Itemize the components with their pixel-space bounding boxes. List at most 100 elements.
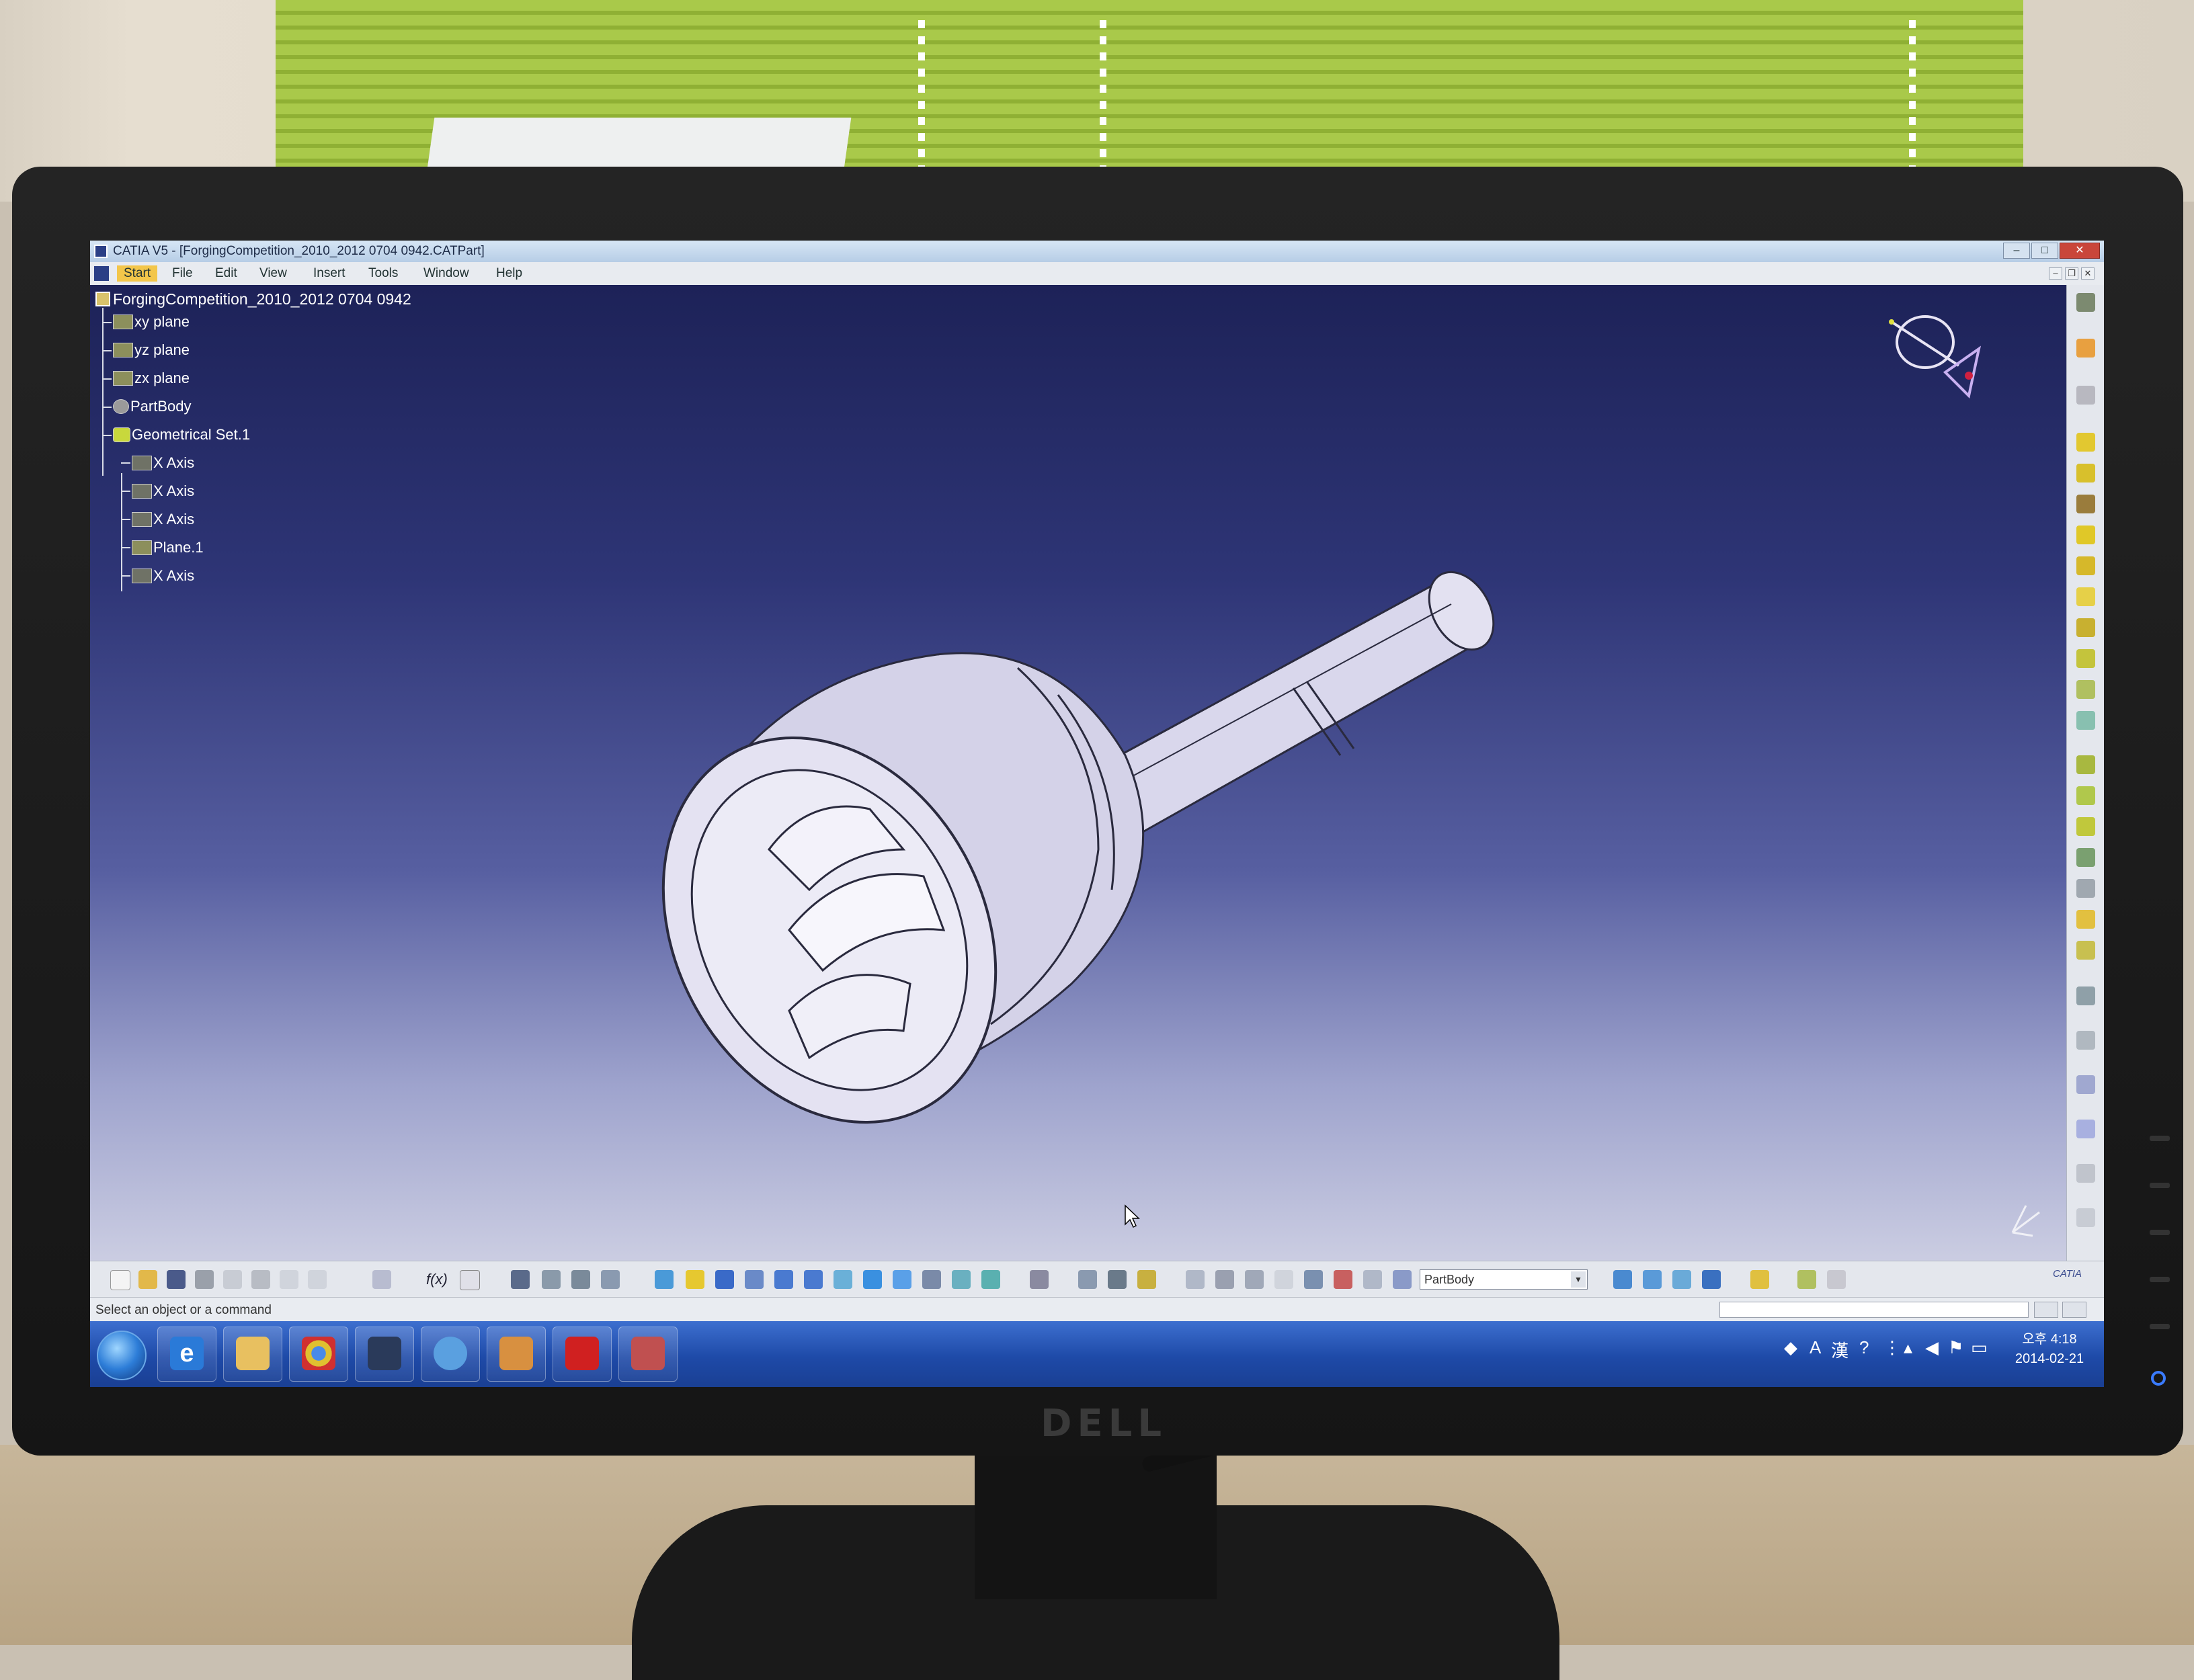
document-icon[interactable] — [94, 266, 109, 281]
ime-mode[interactable]: A — [1810, 1337, 1821, 1358]
print-icon[interactable] — [195, 1270, 214, 1289]
formula-icon[interactable]: f(x) — [426, 1271, 448, 1288]
shading-icon[interactable] — [922, 1270, 941, 1289]
menu-window[interactable]: Window — [423, 266, 469, 281]
tree-item-x-axis[interactable]: X Axis — [132, 482, 194, 500]
tree-item-xy-plane[interactable]: xy plane — [113, 313, 190, 331]
axis-system-icon[interactable] — [1245, 1270, 1264, 1289]
menu-edit[interactable]: Edit — [215, 266, 237, 281]
transformation-icon[interactable] — [2076, 1031, 2095, 1050]
window-titlebar[interactable]: CATIA V5 - [ForgingCompetition_2010_2012… — [90, 241, 2104, 262]
split-icon[interactable] — [2076, 986, 2095, 1005]
measure-item-icon[interactable] — [1108, 1270, 1127, 1289]
analysis-icon[interactable] — [1215, 1270, 1234, 1289]
monitor-button[interactable] — [2150, 1183, 2170, 1188]
taskbar-app[interactable] — [421, 1327, 480, 1382]
chamfer-icon[interactable] — [2076, 786, 2095, 805]
open-folder-icon[interactable] — [138, 1270, 157, 1289]
tree-item-yz-plane[interactable]: yz plane — [113, 341, 190, 359]
menu-tools[interactable]: Tools — [368, 266, 398, 281]
list-icon[interactable] — [1363, 1270, 1382, 1289]
monitor-button[interactable] — [2150, 1277, 2170, 1282]
menu-file[interactable]: File — [172, 266, 193, 281]
tree-item-plane-1[interactable]: Plane.1 — [132, 539, 204, 556]
mirror-icon[interactable] — [2076, 1075, 2095, 1094]
loft-icon[interactable] — [2076, 680, 2095, 699]
command-input[interactable] — [1719, 1302, 2029, 1318]
taskbar-app[interactable] — [289, 1327, 348, 1382]
status-button[interactable] — [2034, 1302, 2058, 1318]
groove-icon[interactable] — [2076, 526, 2095, 544]
stiffener-icon[interactable] — [2076, 649, 2095, 668]
measure-inertia-icon[interactable] — [1137, 1270, 1156, 1289]
catalog-icon[interactable] — [571, 1270, 590, 1289]
3d-part-model[interactable] — [587, 473, 1609, 1185]
taskbar-app[interactable] — [618, 1327, 678, 1382]
redo-icon[interactable] — [308, 1270, 327, 1289]
fillet-icon[interactable] — [2076, 755, 2095, 774]
iso-view-icon[interactable] — [863, 1270, 882, 1289]
tree-item-geometrical-set[interactable]: Geometrical Set.1 — [113, 426, 250, 444]
normal-view-icon[interactable] — [834, 1270, 852, 1289]
pocket-icon[interactable] — [2076, 464, 2095, 482]
monitor-button[interactable] — [2150, 1230, 2170, 1235]
table-icon[interactable] — [511, 1270, 530, 1289]
scaling-icon[interactable] — [2076, 1164, 2095, 1183]
sketch-icon[interactable] — [2076, 386, 2095, 405]
sketch-analysis-icon[interactable] — [1613, 1270, 1632, 1289]
shell-icon[interactable] — [2076, 848, 2095, 867]
compass-icon[interactable] — [1878, 305, 1992, 406]
hide-show-icon[interactable] — [952, 1270, 971, 1289]
maximize-button[interactable]: □ — [2031, 243, 2058, 259]
pattern-icon[interactable] — [2076, 1120, 2095, 1138]
chevron-down-icon[interactable]: ▼ — [1571, 1271, 1586, 1288]
save-icon[interactable] — [167, 1270, 186, 1289]
menu-help[interactable]: Help — [496, 266, 522, 281]
action-center-flag-icon[interactable]: ⚑ — [1948, 1337, 1963, 1358]
pan-icon[interactable] — [715, 1270, 734, 1289]
tree-item-x-axis[interactable]: X Axis — [132, 567, 194, 585]
taskbar-app[interactable] — [355, 1327, 414, 1382]
knowledge-icon[interactable] — [542, 1270, 561, 1289]
view-mode-icon[interactable] — [893, 1270, 911, 1289]
hole-icon[interactable] — [2076, 556, 2095, 575]
close-button[interactable]: ✕ — [2060, 243, 2100, 259]
draft-icon[interactable] — [2076, 817, 2095, 836]
rib-icon[interactable] — [2076, 587, 2095, 606]
display-icon[interactable]: ▭ — [1971, 1337, 1988, 1358]
network-icon[interactable]: ⋮ — [1883, 1337, 1901, 1358]
monitor-button[interactable] — [2150, 1324, 2170, 1329]
tree-root-part[interactable]: ForgingCompetition_2010_2012 0704 0942 — [95, 290, 411, 308]
catia-app-icon[interactable] — [94, 245, 108, 258]
body-icon[interactable] — [1393, 1270, 1412, 1289]
current-body-select[interactable]: PartBody ▼ — [1420, 1269, 1588, 1290]
taskbar-app[interactable] — [487, 1327, 546, 1382]
windows-start-button[interactable] — [97, 1331, 147, 1380]
spec-icon[interactable] — [601, 1270, 620, 1289]
undo-icon[interactable] — [280, 1270, 298, 1289]
remove-face-icon[interactable] — [2076, 941, 2095, 960]
pad-icon[interactable] — [2076, 433, 2095, 452]
swap-space-icon[interactable] — [981, 1270, 1000, 1289]
taskbar-app[interactable] — [223, 1327, 282, 1382]
hand-icon[interactable] — [1750, 1270, 1769, 1289]
menu-insert[interactable]: Insert — [313, 266, 346, 281]
thread-icon[interactable] — [2076, 910, 2095, 929]
shaft-icon[interactable] — [2076, 495, 2095, 513]
thickness-icon[interactable] — [2076, 879, 2095, 898]
tree-item-x-axis[interactable]: X Axis — [132, 511, 194, 528]
apply-material-icon[interactable] — [1186, 1270, 1205, 1289]
new-file-icon[interactable] — [110, 1270, 130, 1290]
tree-item-partbody[interactable]: PartBody — [113, 398, 192, 415]
monitor-button[interactable] — [2150, 1136, 2170, 1141]
ime-hanja[interactable]: 漢 — [1831, 1337, 1848, 1362]
tools-icon[interactable] — [1827, 1270, 1846, 1289]
help-icon[interactable]: ? — [1859, 1337, 1869, 1358]
scale-label-icon[interactable] — [1274, 1270, 1293, 1289]
tree-item-zx-plane[interactable]: zx plane — [113, 370, 190, 387]
power-button-icon[interactable] — [2151, 1371, 2166, 1386]
doc-minimize-button[interactable]: – — [2049, 267, 2062, 280]
taskbar-app[interactable] — [553, 1327, 612, 1382]
select-arrow-icon[interactable] — [2076, 339, 2095, 358]
constraint-icon[interactable] — [1643, 1270, 1662, 1289]
